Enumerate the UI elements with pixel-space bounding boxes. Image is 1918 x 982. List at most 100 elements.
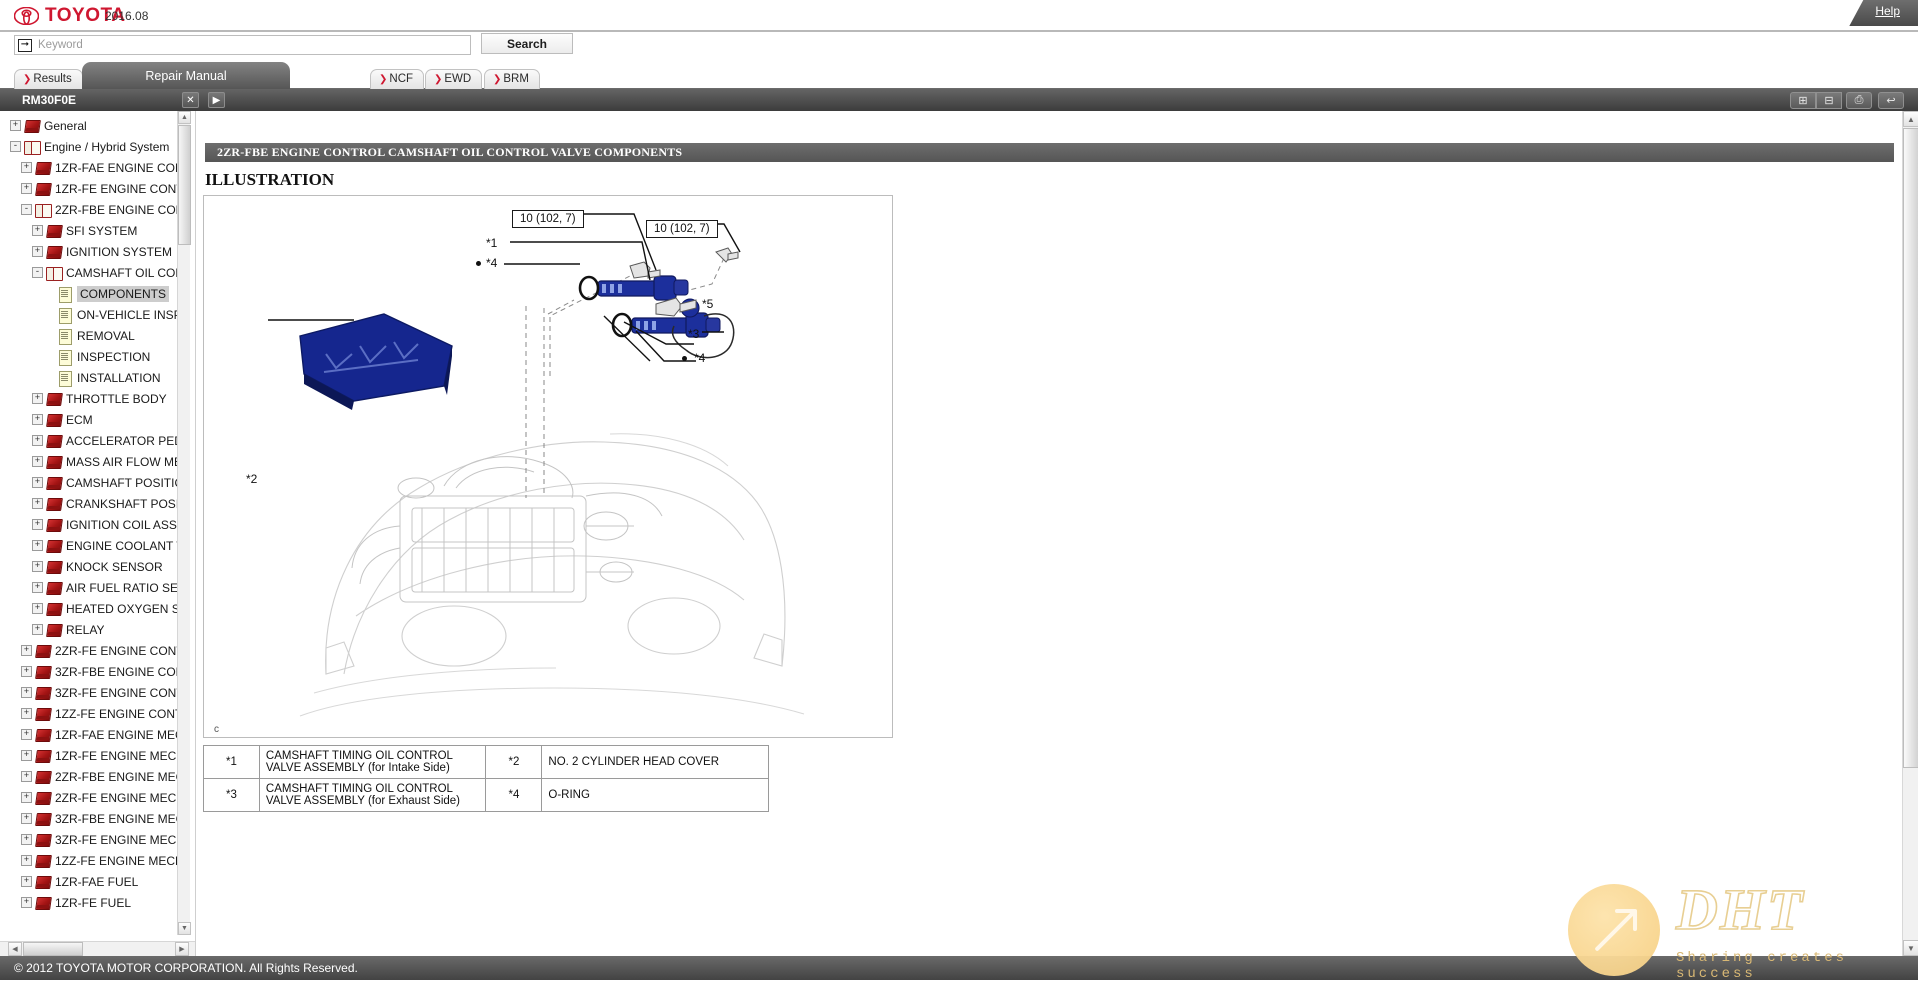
expand-icon[interactable]: +: [21, 687, 32, 698]
expand-icon[interactable]: +: [21, 813, 32, 824]
tree-item-removal[interactable]: REMOVAL: [0, 325, 190, 346]
content-vertical-scrollbar[interactable]: ▲ ▼: [1902, 111, 1918, 956]
sidebar-scroll-up-button[interactable]: ▲: [178, 111, 191, 124]
tree-item-camshaft-position-sensor[interactable]: +CAMSHAFT POSITION SENSOR: [0, 472, 190, 493]
tree-item-3zr-fe-engine-control[interactable]: +3ZR-FE ENGINE CONTROL: [0, 682, 190, 703]
tree-item-ecm[interactable]: +ECM: [0, 409, 190, 430]
tree-item-1zz-fe-engine-control[interactable]: +1ZZ-FE ENGINE CONTROL: [0, 703, 190, 724]
expand-icon[interactable]: +: [21, 729, 32, 740]
tree-item-2zr-fe-engine-control[interactable]: +2ZR-FE ENGINE CONTROL: [0, 640, 190, 661]
expand-icon[interactable]: +: [32, 519, 43, 530]
expand-icon[interactable]: +: [10, 120, 21, 131]
tree-item-3zr-fe-engine-mechanical[interactable]: +3ZR-FE ENGINE MECHANICAL: [0, 829, 190, 850]
sidebar-vertical-scroll-thumb[interactable]: [178, 125, 191, 245]
tree-item-ignition-coil-assembly[interactable]: +IGNITION COIL ASSEMBLY: [0, 514, 190, 535]
split-horizontal-button[interactable]: ⊞: [1790, 92, 1816, 109]
expand-icon[interactable]: +: [21, 645, 32, 656]
next-document-button[interactable]: ▶: [208, 92, 225, 108]
tab-ncf[interactable]: ❯ NCF: [370, 69, 424, 90]
expand-icon[interactable]: +: [21, 834, 32, 845]
tree-item-accelerator-pedal[interactable]: +ACCELERATOR PEDAL: [0, 430, 190, 451]
expand-icon[interactable]: +: [21, 666, 32, 677]
collapse-icon[interactable]: -: [21, 204, 32, 215]
tree-item-1zr-fe-engine-control[interactable]: +1ZR-FE ENGINE CONTROL: [0, 178, 190, 199]
tree-item-1zr-fae-engine-mechanical[interactable]: +1ZR-FAE ENGINE MECHANICAL: [0, 724, 190, 745]
tree-item-2zr-fe-engine-mechanical[interactable]: +2ZR-FE ENGINE MECHANICAL: [0, 787, 190, 808]
expand-icon[interactable]: +: [21, 855, 32, 866]
tree-item-1zr-fae-engine-control[interactable]: +1ZR-FAE ENGINE CONTROL: [0, 157, 190, 178]
tree-item-2zr-fbe-engine-control[interactable]: -2ZR-FBE ENGINE CONTROL: [0, 199, 190, 220]
expand-icon[interactable]: +: [32, 414, 43, 425]
expand-icon[interactable]: +: [21, 708, 32, 719]
sidebar-horizontal-scroll-thumb[interactable]: [23, 942, 83, 956]
help-button[interactable]: Help: [1849, 0, 1918, 26]
tree-item-engine-hybrid-system[interactable]: -Engine / Hybrid System: [0, 136, 190, 157]
sidebar-scroll-right-button[interactable]: ▶: [175, 942, 189, 956]
tree-item-installation[interactable]: INSTALLATION: [0, 367, 190, 388]
collapse-icon[interactable]: -: [10, 141, 21, 152]
expand-icon[interactable]: +: [32, 624, 43, 635]
content-vertical-scroll-thumb[interactable]: [1903, 128, 1918, 768]
expand-icon[interactable]: +: [32, 561, 43, 572]
expand-icon[interactable]: +: [32, 582, 43, 593]
expand-icon[interactable]: +: [21, 792, 32, 803]
expand-icon[interactable]: +: [32, 540, 43, 551]
back-button[interactable]: ↩: [1878, 92, 1904, 109]
tree-item-1zz-fe-engine-mechanical[interactable]: +1ZZ-FE ENGINE MECHANICAL: [0, 850, 190, 871]
expand-icon[interactable]: +: [21, 162, 32, 173]
print-button[interactable]: ⎙: [1846, 92, 1872, 109]
expand-icon[interactable]: +: [32, 603, 43, 614]
tree-item-engine-coolant-temperature-sensor[interactable]: +ENGINE COOLANT TEMPERATURE SENSOR: [0, 535, 190, 556]
tree-item-throttle-body[interactable]: +THROTTLE BODY: [0, 388, 190, 409]
expand-icon[interactable]: +: [32, 456, 43, 467]
expand-icon[interactable]: +: [32, 225, 43, 236]
tree-item-heated-oxygen-sensor[interactable]: +HEATED OXYGEN SENSOR: [0, 598, 190, 619]
tree-item-ignition-system[interactable]: +IGNITION SYSTEM: [0, 241, 190, 262]
content-scroll-down-button[interactable]: ▼: [1903, 940, 1918, 956]
expand-icon[interactable]: +: [32, 435, 43, 446]
tree-item-1zr-fe-fuel[interactable]: +1ZR-FE FUEL: [0, 892, 190, 913]
tab-results[interactable]: ❯ Results: [14, 69, 83, 90]
tree-item-sfi-system[interactable]: +SFI SYSTEM: [0, 220, 190, 241]
tab-ewd[interactable]: ❯ EWD: [425, 69, 482, 90]
search-button[interactable]: Search: [481, 33, 573, 54]
search-field-wrapper[interactable]: ➞: [14, 35, 471, 55]
expand-icon[interactable]: +: [21, 750, 32, 761]
tree-item-on-vehicle-inspection[interactable]: ON-VEHICLE INSPECTION: [0, 304, 190, 325]
tree-item-2zr-fbe-engine-mechanical[interactable]: +2ZR-FBE ENGINE MECHANICAL: [0, 766, 190, 787]
tree-item-general[interactable]: +General: [0, 115, 190, 136]
tab-repair-manual[interactable]: Repair Manual: [82, 62, 290, 90]
tab-brm[interactable]: ❯ BRM: [484, 69, 540, 90]
content-scroll-up-button[interactable]: ▲: [1903, 111, 1918, 127]
expand-icon[interactable]: +: [21, 183, 32, 194]
close-document-button[interactable]: ✕: [182, 92, 199, 108]
tree-item-3zr-fbe-engine-mechanical[interactable]: +3ZR-FBE ENGINE MECHANICAL: [0, 808, 190, 829]
expand-icon[interactable]: +: [32, 498, 43, 509]
expand-icon[interactable]: +: [21, 897, 32, 908]
sidebar-scroll-left-button[interactable]: ◀: [8, 942, 22, 956]
tree-item-1zr-fe-engine-mechanical[interactable]: +1ZR-FE ENGINE MECHANICAL: [0, 745, 190, 766]
tree-item-knock-sensor[interactable]: +KNOCK SENSOR: [0, 556, 190, 577]
tree-item-crankshaft-position-sensor[interactable]: +CRANKSHAFT POSITION SENSOR: [0, 493, 190, 514]
document-tree[interactable]: +General-Engine / Hybrid System+1ZR-FAE …: [0, 111, 190, 935]
tree-item-camshaft-oil-control-valve[interactable]: -CAMSHAFT OIL CONTROL VALVE: [0, 262, 190, 283]
tree-item-1zr-fae-fuel[interactable]: +1ZR-FAE FUEL: [0, 871, 190, 892]
tree-item-mass-air-flow-meter[interactable]: +MASS AIR FLOW METER: [0, 451, 190, 472]
split-vertical-button[interactable]: ⊟: [1816, 92, 1842, 109]
expand-icon[interactable]: +: [32, 393, 43, 404]
tree-item-inspection[interactable]: INSPECTION: [0, 346, 190, 367]
sidebar-vertical-scrollbar[interactable]: ▲ ▼: [177, 111, 190, 935]
expand-icon[interactable]: +: [21, 771, 32, 782]
sidebar-horizontal-scrollbar[interactable]: ◀ ▶: [0, 941, 196, 956]
tab-strip: ❯ Results Repair Manual ❯ NCF ❯ EWD ❯ BR…: [0, 62, 1918, 90]
tree-item-3zr-fbe-engine-control[interactable]: +3ZR-FBE ENGINE CONTROL: [0, 661, 190, 682]
search-input[interactable]: [36, 37, 470, 53]
sidebar-scroll-down-button[interactable]: ▼: [178, 922, 191, 935]
expand-icon[interactable]: +: [32, 246, 43, 257]
expand-icon[interactable]: +: [32, 477, 43, 488]
tree-item-components[interactable]: COMPONENTS: [0, 283, 190, 304]
tree-item-relay[interactable]: +RELAY: [0, 619, 190, 640]
expand-icon[interactable]: +: [21, 876, 32, 887]
collapse-icon[interactable]: -: [32, 267, 43, 278]
tree-item-air-fuel-ratio-sensor[interactable]: +AIR FUEL RATIO SENSOR: [0, 577, 190, 598]
